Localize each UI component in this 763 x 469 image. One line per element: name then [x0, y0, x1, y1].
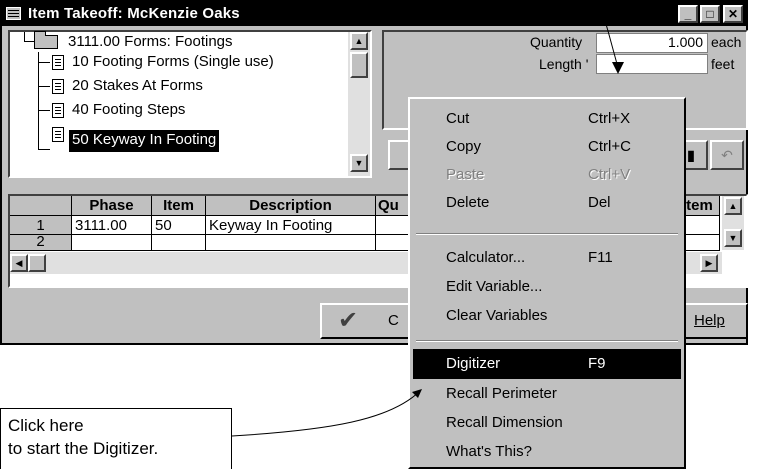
grid-cell-quantity[interactable] — [376, 216, 412, 235]
length-label: Length ' — [539, 56, 589, 72]
tree-item-50-selected[interactable]: 50 Keyway In Footing — [69, 130, 220, 152]
grid-cell-description[interactable]: Keyway In Footing — [206, 216, 376, 235]
menu-item-label: Copy — [446, 138, 482, 155]
menu-item-shortcut: Del — [588, 194, 611, 211]
tree-parent-label[interactable]: 3111.00 Forms: Footings — [68, 32, 233, 54]
menu-item-label: Recall Perimeter — [446, 385, 557, 402]
menu-item-cut[interactable]: Cut Ctrl+X — [413, 105, 681, 133]
tree-item-10[interactable]: 10 Footing Forms (Single use) — [72, 52, 274, 74]
menu-separator — [416, 340, 678, 342]
length-unit: feet — [711, 56, 735, 72]
document-icon — [52, 55, 64, 70]
grid-cell-item[interactable] — [152, 235, 206, 251]
digitizer-callout: Click here to start the Digitizer. — [0, 408, 232, 469]
menu-item-shortcut: Ctrl+C — [588, 138, 631, 155]
undo-button[interactable]: ↶ — [710, 140, 744, 170]
menu-item-shortcut: F9 — [588, 355, 606, 372]
length-field[interactable] — [596, 54, 708, 74]
menu-item-calculator[interactable]: Calculator... F11 — [413, 244, 681, 272]
grid-cell[interactable] — [680, 216, 720, 235]
column-header-description[interactable]: Description — [206, 196, 376, 216]
column-header-item[interactable]: Item — [152, 196, 206, 216]
context-menu: Cut Ctrl+X Copy Ctrl+C Paste Ctrl+V Dele… — [408, 97, 686, 469]
callout-line-1: Click here — [8, 416, 84, 435]
window-title: Item Takeoff: McKenzie Oaks — [28, 5, 240, 22]
scroll-thumb[interactable] — [350, 52, 368, 78]
menu-item-label: Digitizer — [446, 355, 501, 372]
document-icon — [52, 103, 64, 118]
row-header[interactable]: 1 — [10, 216, 72, 235]
column-header-item-2[interactable]: tem — [680, 196, 720, 216]
scroll-up-arrow-icon[interactable]: ▲ — [350, 32, 368, 50]
menu-item-label: Delete — [446, 194, 490, 211]
folder-open-icon — [34, 31, 58, 49]
menu-item-label: What's This? — [446, 443, 532, 460]
menu-item-label: Calculator... — [446, 249, 526, 266]
menu-item-label: Paste — [446, 166, 485, 183]
menu-item-label: Cut — [446, 110, 470, 127]
quantity-label: Quantity — [530, 34, 583, 50]
ok-button[interactable]: ✔ C — [320, 303, 422, 339]
menu-item-whats-this[interactable]: What's This? — [413, 438, 681, 466]
menu-item-digitizer[interactable]: Digitizer F9 — [413, 349, 681, 379]
grid-cell-item[interactable]: 50 — [152, 216, 206, 235]
menu-item-clear-variables[interactable]: Clear Variables — [413, 302, 681, 330]
menu-item-edit-variable[interactable]: Edit Variable... — [413, 273, 681, 301]
menu-separator — [416, 233, 678, 235]
menu-item-label: Recall Dimension — [446, 414, 563, 431]
item-tree[interactable]: 3111.00 Forms: Footings 10 Footing Forms… — [8, 30, 372, 178]
grid-cell-phase[interactable]: 3111.00 — [72, 216, 152, 235]
menu-item-label: Edit Variable... — [446, 278, 543, 295]
menu-item-shortcut: Ctrl+V — [588, 166, 631, 183]
close-button[interactable]: ✕ — [723, 5, 743, 23]
menu-item-shortcut: F11 — [588, 249, 613, 266]
tree-item-40[interactable]: 40 Footing Steps — [72, 100, 185, 122]
menu-item-recall-perimeter[interactable]: Recall Perimeter — [413, 380, 681, 408]
minimize-button[interactable]: _ — [678, 5, 698, 23]
scroll-thumb[interactable] — [28, 254, 46, 272]
menu-item-recall-dimension[interactable]: Recall Dimension — [413, 409, 681, 437]
scroll-left-arrow-icon[interactable]: ◀ — [10, 254, 28, 272]
help-button-label: Help — [694, 312, 725, 329]
menu-item-shortcut: Ctrl+X — [588, 110, 631, 127]
menu-item-copy[interactable]: Copy Ctrl+C — [413, 133, 681, 161]
row-header[interactable]: 2 — [10, 235, 72, 251]
window-menu-icon[interactable] — [6, 7, 21, 20]
grid-cell-phase[interactable] — [72, 235, 152, 251]
tree-item-20[interactable]: 20 Stakes At Forms — [72, 76, 203, 98]
grid-corner — [10, 196, 72, 216]
quantity-unit: each — [711, 34, 742, 50]
title-bar[interactable]: Item Takeoff: McKenzie Oaks _ □ ✕ — [2, 2, 746, 26]
document-icon — [52, 127, 64, 142]
ok-button-label: C — [388, 312, 399, 329]
scroll-down-arrow-icon[interactable]: ▼ — [350, 154, 368, 172]
grid-cell[interactable] — [680, 235, 720, 251]
quantity-field[interactable]: 1.000 — [596, 33, 708, 53]
menu-item-label: Clear Variables — [446, 307, 548, 324]
scroll-right-arrow-icon[interactable]: ▶ — [700, 254, 718, 272]
callout-leader-line — [231, 390, 421, 437]
menu-item-delete[interactable]: Delete Del — [413, 189, 681, 217]
grid-vertical-scrollbar[interactable]: ▲ ▼ — [722, 196, 744, 250]
tree-scrollbar[interactable]: ▲ ▼ — [348, 32, 370, 176]
document-icon — [52, 79, 64, 94]
menu-item-paste: Paste Ctrl+V — [413, 161, 681, 189]
checkmark-icon: ✔ — [338, 307, 359, 334]
grid-cell-quantity[interactable] — [376, 235, 412, 251]
grid-cell-description[interactable] — [206, 235, 376, 251]
callout-line-2: to start the Digitizer. — [8, 439, 159, 458]
maximize-button[interactable]: □ — [700, 5, 720, 23]
column-header-phase[interactable]: Phase — [72, 196, 152, 216]
column-header-quantity[interactable]: Qu — [376, 196, 412, 216]
scroll-up-arrow-icon[interactable]: ▲ — [724, 197, 742, 215]
scroll-down-arrow-icon[interactable]: ▼ — [724, 229, 742, 247]
